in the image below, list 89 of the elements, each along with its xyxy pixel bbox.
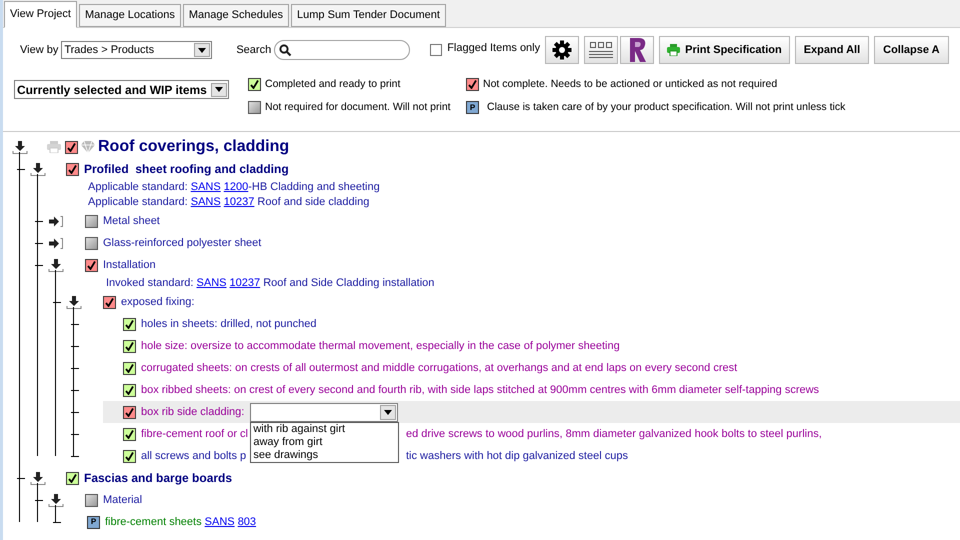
- right-arrow-icon[interactable]: [47, 235, 65, 251]
- search-label: Search: [236, 42, 272, 58]
- caret-icon: [211, 82, 227, 96]
- section-title: Roof coverings, cladding: [98, 137, 290, 157]
- clause-text: tic washers with hot dip galvanized steel cups: [406, 448, 628, 464]
- standard-link[interactable]: SANS: [190, 196, 221, 208]
- clause-text: box ribbed sheets: on crest of every second and fourth rib, with side laps stitched at 900mm centres with 6mm diameter self-tapping screws: [141, 382, 820, 398]
- status-checkbox[interactable]: [123, 406, 136, 418]
- product-badge: P: [466, 101, 479, 114]
- standard-reference: Invoked standard: SANS 10237 Roof and Side Cladding installation: [106, 276, 434, 292]
- legend-text: Not required for document. Will not print: [265, 100, 451, 115]
- down-arrow-icon[interactable]: [65, 294, 83, 310]
- print-specification-button[interactable]: Print Specification: [659, 36, 790, 64]
- product-badge: P: [87, 516, 100, 528]
- status-checkbox[interactable]: [66, 162, 79, 176]
- r-logo-button[interactable]: [620, 36, 654, 64]
- clause-text: ed drive screws to wood purlins, 8mm diameter galvanized hook bolts to steel purlins,: [406, 426, 822, 442]
- status-checkbox[interactable]: [85, 494, 98, 506]
- item-title: exposed fixing:: [121, 294, 194, 310]
- legend-text: Not complete. Needs to be actioned or unticked as not required: [483, 77, 778, 92]
- status-checkbox[interactable]: [123, 340, 136, 352]
- status-checkbox[interactable]: [66, 472, 79, 484]
- toolbar-button[interactable]: Expand All: [794, 36, 870, 64]
- down-arrow-icon[interactable]: [47, 257, 65, 273]
- standard-link[interactable]: 803: [238, 516, 256, 528]
- layout-icon: [587, 40, 616, 60]
- filter-dropdown[interactable]: Currently selected and WIP items: [14, 80, 229, 99]
- right-arrow-icon[interactable]: [47, 213, 65, 229]
- tab[interactable]: Manage Schedules: [182, 4, 290, 27]
- item-title: Glass-reinforced polyester sheet: [103, 236, 262, 251]
- tab[interactable]: Lump Sum Tender Document: [291, 4, 446, 27]
- dropdown-option[interactable]: away from girt: [251, 436, 398, 448]
- standard-reference: Applicable standard: SANS 10237 Roof and side cladding: [88, 195, 370, 210]
- clause-text: box rib side cladding:: [141, 404, 244, 420]
- status-checkbox[interactable]: [123, 450, 136, 462]
- heading-title: Fascias and barge boards: [84, 470, 232, 487]
- dropdown-option[interactable]: with rib against girt: [251, 422, 398, 436]
- standard-link[interactable]: SANS: [196, 277, 226, 290]
- standard-link[interactable]: 10237: [224, 196, 254, 208]
- tab[interactable]: Manage Locations: [78, 4, 181, 27]
- product-clause: fibre-cement sheets SANS 803: [105, 514, 256, 530]
- status-checkbox[interactable]: [123, 428, 136, 440]
- status-checkbox[interactable]: [103, 296, 116, 308]
- dropdown-option[interactable]: see drawings: [251, 448, 398, 462]
- item-title: Installation: [103, 258, 156, 273]
- search-icon: [279, 44, 292, 56]
- standard-link[interactable]: 10237: [230, 277, 260, 290]
- view-by-label: View by: [20, 42, 58, 58]
- status-checkbox[interactable]: [466, 78, 479, 92]
- clause-text: all screws and bolts p: [141, 448, 246, 464]
- flagged-items-label: Flagged Items only: [447, 40, 540, 56]
- gear-icon: [552, 40, 572, 60]
- down-arrow-icon[interactable]: [29, 161, 47, 177]
- item-title: Metal sheet: [103, 214, 160, 229]
- status-checkbox[interactable]: [85, 258, 98, 272]
- caret-icon: [380, 404, 396, 420]
- status-checkbox[interactable]: [123, 384, 136, 396]
- status-checkbox[interactable]: [248, 101, 261, 114]
- status-checkbox[interactable]: [123, 362, 136, 374]
- standard-reference: Applicable standard: SANS 1200-HB Cladding and sheeting: [88, 180, 380, 196]
- toolbar-button[interactable]: Collapse A: [874, 36, 949, 64]
- settings-button[interactable]: [545, 36, 580, 64]
- legend-text: Completed and ready to print: [265, 77, 400, 92]
- clause-text: fibre-cement roof or cl: [141, 426, 248, 442]
- clause-text: holes in sheets: drilled, not punched: [141, 316, 317, 332]
- status-checkbox[interactable]: [65, 140, 78, 154]
- layout-button[interactable]: [584, 36, 618, 64]
- search-field[interactable]: [274, 40, 410, 60]
- clause-text: corrugated sheets: on crests of all outermost and middle corrugations, at overhangs and at end laps on every second crest: [141, 360, 738, 376]
- standard-link[interactable]: SANS: [204, 516, 235, 528]
- down-arrow-icon[interactable]: [29, 470, 47, 486]
- tab[interactable]: View Project: [4, 1, 77, 28]
- status-checkbox[interactable]: [123, 318, 136, 330]
- status-checkbox[interactable]: [85, 236, 98, 250]
- item-title: Material: [103, 492, 142, 508]
- down-arrow-icon[interactable]: [47, 492, 65, 508]
- status-checkbox[interactable]: [85, 214, 98, 228]
- standard-link[interactable]: SANS: [190, 181, 221, 194]
- printer-icon: [667, 44, 680, 56]
- down-arrow-icon[interactable]: [11, 139, 29, 155]
- clause-text: hole size: oversize to accommodate thermal movement, especially in the case of polymer sheeting: [141, 338, 620, 354]
- checkbox[interactable]: [430, 44, 442, 56]
- status-checkbox[interactable]: [248, 78, 261, 92]
- heading-title: Profiled sheet roofing and cladding: [84, 161, 289, 178]
- standard-link[interactable]: 1200: [224, 181, 248, 194]
- legend-text: Clause is taken care of by your product specification. Will not print unless tick: [487, 100, 846, 115]
- view-by-dropdown[interactable]: Trades > Products: [61, 41, 212, 59]
- diamond-icon: [81, 141, 95, 153]
- caret-icon: [194, 43, 210, 57]
